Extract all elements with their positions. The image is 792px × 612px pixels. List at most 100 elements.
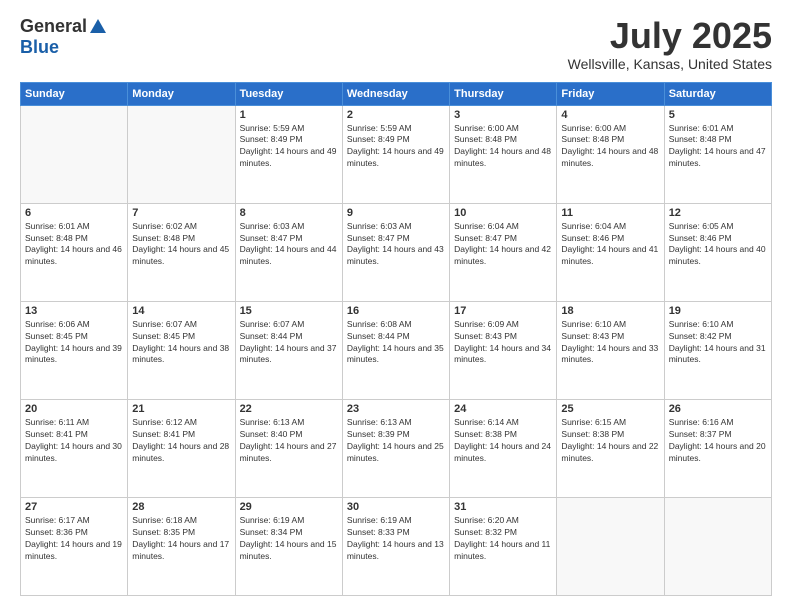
cell-sun-info: Sunrise: 6:20 AM Sunset: 8:32 PM Dayligh… xyxy=(454,515,552,563)
table-row: 5 Sunrise: 6:01 AM Sunset: 8:48 PM Daylig… xyxy=(664,105,771,203)
table-row xyxy=(21,105,128,203)
cell-sun-info: Sunrise: 6:04 AM Sunset: 8:46 PM Dayligh… xyxy=(561,221,659,269)
table-row: 18 Sunrise: 6:10 AM Sunset: 8:43 PM Dayli… xyxy=(557,301,664,399)
calendar-week-row: 27 Sunrise: 6:17 AM Sunset: 8:36 PM Dayli… xyxy=(21,497,772,595)
table-row: 28 Sunrise: 6:18 AM Sunset: 8:35 PM Dayli… xyxy=(128,497,235,595)
day-number: 21 xyxy=(132,403,230,415)
table-row: 17 Sunrise: 6:09 AM Sunset: 8:43 PM Dayli… xyxy=(450,301,557,399)
cell-sun-info: Sunrise: 6:00 AM Sunset: 8:48 PM Dayligh… xyxy=(454,123,552,171)
cell-sun-info: Sunrise: 6:16 AM Sunset: 8:37 PM Dayligh… xyxy=(669,417,767,465)
table-row: 26 Sunrise: 6:16 AM Sunset: 8:37 PM Dayli… xyxy=(664,399,771,497)
logo: General Blue xyxy=(20,16,106,58)
table-row xyxy=(557,497,664,595)
cell-sun-info: Sunrise: 6:08 AM Sunset: 8:44 PM Dayligh… xyxy=(347,319,445,367)
logo-triangle-icon xyxy=(90,19,106,33)
table-row: 6Sunrise: 6:01 AM Sunset: 8:48 PM Daylig… xyxy=(21,203,128,301)
day-number: 28 xyxy=(132,501,230,513)
cell-sun-info: Sunrise: 6:07 AM Sunset: 8:45 PM Dayligh… xyxy=(132,319,230,367)
cell-sun-info: Sunrise: 6:19 AM Sunset: 8:33 PM Dayligh… xyxy=(347,515,445,563)
cell-sun-info: Sunrise: 6:05 AM Sunset: 8:46 PM Dayligh… xyxy=(669,221,767,269)
table-row: 2 Sunrise: 5:59 AM Sunset: 8:49 PM Daylig… xyxy=(342,105,449,203)
cell-sun-info: Sunrise: 6:04 AM Sunset: 8:47 PM Dayligh… xyxy=(454,221,552,269)
day-number: 30 xyxy=(347,501,445,513)
cell-sun-info: Sunrise: 6:09 AM Sunset: 8:43 PM Dayligh… xyxy=(454,319,552,367)
day-number: 2 xyxy=(347,109,445,121)
day-number: 11 xyxy=(561,207,659,219)
table-row: 15 Sunrise: 6:07 AM Sunset: 8:44 PM Dayli… xyxy=(235,301,342,399)
table-row: 30 Sunrise: 6:19 AM Sunset: 8:33 PM Dayli… xyxy=(342,497,449,595)
col-monday: Monday xyxy=(128,82,235,105)
day-number: 24 xyxy=(454,403,552,415)
table-row: 12Sunrise: 6:05 AM Sunset: 8:46 PM Dayli… xyxy=(664,203,771,301)
day-number: 4 xyxy=(561,109,659,121)
cell-sun-info: Sunrise: 6:11 AM Sunset: 8:41 PM Dayligh… xyxy=(25,417,123,465)
table-row: 25Sunrise: 6:15 AM Sunset: 8:38 PM Dayli… xyxy=(557,399,664,497)
day-number: 7 xyxy=(132,207,230,219)
day-number: 14 xyxy=(132,305,230,317)
cell-sun-info: Sunrise: 6:17 AM Sunset: 8:36 PM Dayligh… xyxy=(25,515,123,563)
table-row: 11 Sunrise: 6:04 AM Sunset: 8:46 PM Dayli… xyxy=(557,203,664,301)
cell-sun-info: Sunrise: 6:14 AM Sunset: 8:38 PM Dayligh… xyxy=(454,417,552,465)
cell-sun-info: Sunrise: 5:59 AM Sunset: 8:49 PM Dayligh… xyxy=(240,123,338,171)
day-number: 17 xyxy=(454,305,552,317)
table-row: 29 Sunrise: 6:19 AM Sunset: 8:34 PM Dayli… xyxy=(235,497,342,595)
day-number: 22 xyxy=(240,403,338,415)
table-row: 19Sunrise: 6:10 AM Sunset: 8:42 PM Dayli… xyxy=(664,301,771,399)
cell-sun-info: Sunrise: 6:10 AM Sunset: 8:42 PM Dayligh… xyxy=(669,319,767,367)
table-row: 10 Sunrise: 6:04 AM Sunset: 8:47 PM Dayli… xyxy=(450,203,557,301)
day-number: 15 xyxy=(240,305,338,317)
month-title: July 2025 xyxy=(568,16,772,56)
table-row xyxy=(664,497,771,595)
page: General Blue July 2025 Wellsville, Kansa… xyxy=(0,0,792,612)
table-row: 23 Sunrise: 6:13 AM Sunset: 8:39 PM Dayli… xyxy=(342,399,449,497)
day-number: 8 xyxy=(240,207,338,219)
table-row: 27 Sunrise: 6:17 AM Sunset: 8:36 PM Dayli… xyxy=(21,497,128,595)
calendar-week-row: 6Sunrise: 6:01 AM Sunset: 8:48 PM Daylig… xyxy=(21,203,772,301)
cell-sun-info: Sunrise: 6:06 AM Sunset: 8:45 PM Dayligh… xyxy=(25,319,123,367)
day-number: 27 xyxy=(25,501,123,513)
cell-sun-info: Sunrise: 6:18 AM Sunset: 8:35 PM Dayligh… xyxy=(132,515,230,563)
calendar-week-row: 13 Sunrise: 6:06 AM Sunset: 8:45 PM Dayli… xyxy=(21,301,772,399)
day-number: 13 xyxy=(25,305,123,317)
table-row: 3 Sunrise: 6:00 AM Sunset: 8:48 PM Daylig… xyxy=(450,105,557,203)
col-saturday: Saturday xyxy=(664,82,771,105)
table-row: 4 Sunrise: 6:00 AM Sunset: 8:48 PM Daylig… xyxy=(557,105,664,203)
cell-sun-info: Sunrise: 6:03 AM Sunset: 8:47 PM Dayligh… xyxy=(347,221,445,269)
day-number: 10 xyxy=(454,207,552,219)
table-row: 31Sunrise: 6:20 AM Sunset: 8:32 PM Dayli… xyxy=(450,497,557,595)
col-tuesday: Tuesday xyxy=(235,82,342,105)
table-row: 24 Sunrise: 6:14 AM Sunset: 8:38 PM Dayli… xyxy=(450,399,557,497)
cell-sun-info: Sunrise: 5:59 AM Sunset: 8:49 PM Dayligh… xyxy=(347,123,445,171)
col-sunday: Sunday xyxy=(21,82,128,105)
cell-sun-info: Sunrise: 6:13 AM Sunset: 8:39 PM Dayligh… xyxy=(347,417,445,465)
col-thursday: Thursday xyxy=(450,82,557,105)
day-number: 1 xyxy=(240,109,338,121)
day-number: 29 xyxy=(240,501,338,513)
day-number: 23 xyxy=(347,403,445,415)
cell-sun-info: Sunrise: 6:01 AM Sunset: 8:48 PM Dayligh… xyxy=(669,123,767,171)
calendar-week-row: 1 Sunrise: 5:59 AM Sunset: 8:49 PM Daylig… xyxy=(21,105,772,203)
table-row: 14 Sunrise: 6:07 AM Sunset: 8:45 PM Dayli… xyxy=(128,301,235,399)
day-number: 5 xyxy=(669,109,767,121)
cell-sun-info: Sunrise: 6:13 AM Sunset: 8:40 PM Dayligh… xyxy=(240,417,338,465)
cell-sun-info: Sunrise: 6:10 AM Sunset: 8:43 PM Dayligh… xyxy=(561,319,659,367)
day-number: 16 xyxy=(347,305,445,317)
cell-sun-info: Sunrise: 6:00 AM Sunset: 8:48 PM Dayligh… xyxy=(561,123,659,171)
day-number: 3 xyxy=(454,109,552,121)
day-number: 26 xyxy=(669,403,767,415)
cell-sun-info: Sunrise: 6:19 AM Sunset: 8:34 PM Dayligh… xyxy=(240,515,338,563)
col-wednesday: Wednesday xyxy=(342,82,449,105)
col-friday: Friday xyxy=(557,82,664,105)
day-number: 18 xyxy=(561,305,659,317)
cell-sun-info: Sunrise: 6:15 AM Sunset: 8:38 PM Dayligh… xyxy=(561,417,659,465)
day-number: 20 xyxy=(25,403,123,415)
cell-sun-info: Sunrise: 6:12 AM Sunset: 8:41 PM Dayligh… xyxy=(132,417,230,465)
day-number: 9 xyxy=(347,207,445,219)
table-row: 13 Sunrise: 6:06 AM Sunset: 8:45 PM Dayli… xyxy=(21,301,128,399)
table-row: 9 Sunrise: 6:03 AM Sunset: 8:47 PM Daylig… xyxy=(342,203,449,301)
cell-sun-info: Sunrise: 6:07 AM Sunset: 8:44 PM Dayligh… xyxy=(240,319,338,367)
header: General Blue July 2025 Wellsville, Kansa… xyxy=(20,16,772,72)
location: Wellsville, Kansas, United States xyxy=(568,56,772,72)
day-number: 6 xyxy=(25,207,123,219)
logo-general: General xyxy=(20,16,87,37)
